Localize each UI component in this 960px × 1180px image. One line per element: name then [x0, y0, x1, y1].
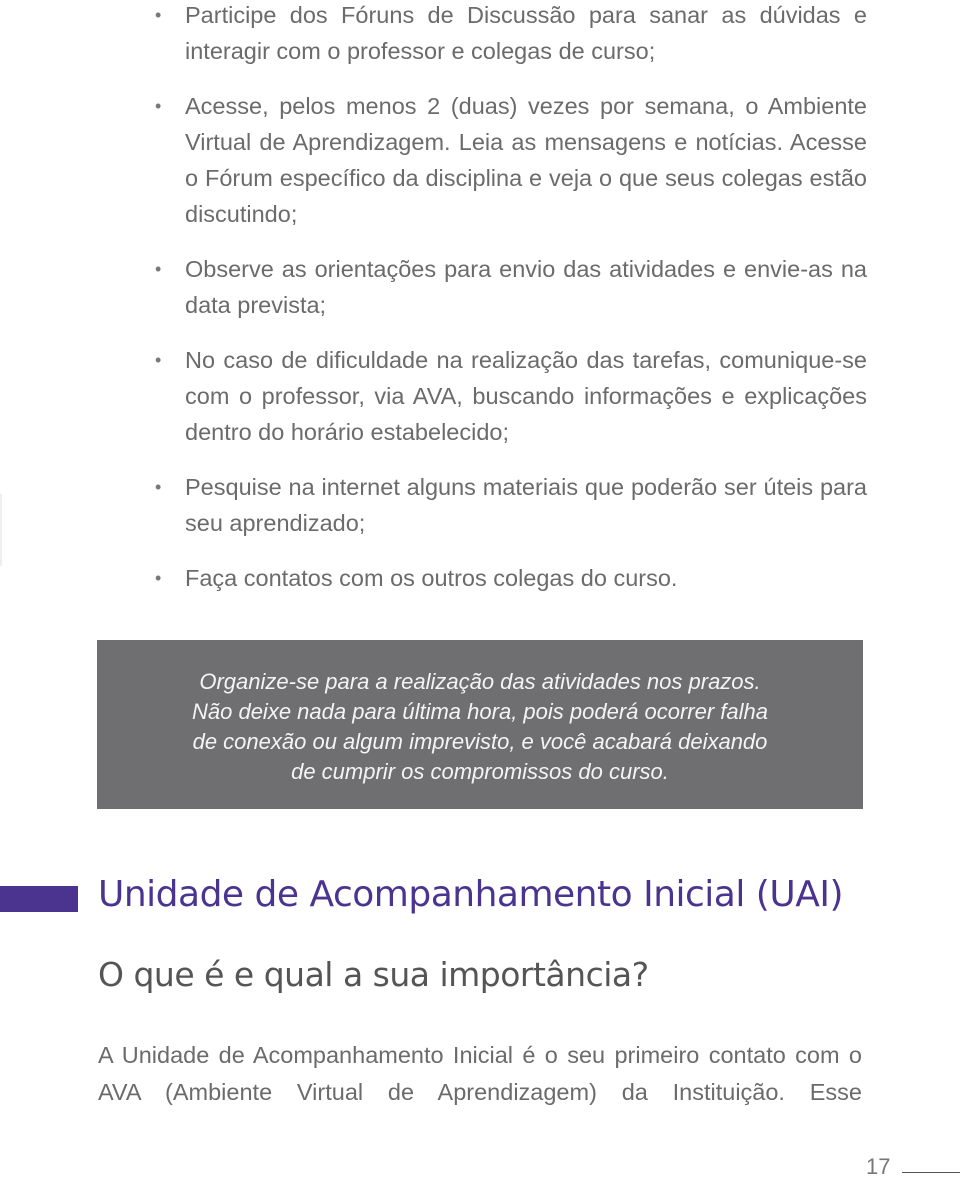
list-item: • No caso de dificuldade na realização da… [155, 342, 867, 450]
callout-line: de cumprir os compromissos do curso. [291, 759, 669, 784]
section-title: Unidade de Acompanhamento Inicial (UAI) [98, 874, 844, 915]
bullet-icon: • [155, 350, 162, 370]
section-accent-bar [0, 886, 78, 912]
callout-line: Não deixe nada para última hora, pois po… [191, 699, 769, 724]
list-item-text: Pesquise na internet alguns materiais qu… [185, 474, 867, 536]
list-item: • Observe as orientações para envio das a… [155, 251, 867, 323]
list-item-text: Acesse, pelos menos 2 (duas) vezes por s… [185, 93, 867, 227]
list-item-text: Faça contatos com os outros colegas do c… [185, 565, 678, 591]
margin-marker [0, 494, 2, 566]
bullet-icon: • [155, 477, 162, 497]
list-item: • Acesse, pelos menos 2 (duas) vezes por … [155, 88, 867, 232]
section-subtitle: O que é e qual a sua importância? [98, 955, 649, 994]
list-item: • Pesquise na internet alguns materiais q… [155, 469, 867, 541]
bullet-icon: • [155, 5, 162, 25]
callout-line: de conexão ou algum imprevisto, e você a… [192, 729, 768, 754]
page-number-rule [902, 1172, 960, 1173]
guideline-list: • Participe dos Fóruns de Discussão para … [155, 0, 867, 615]
bullet-icon: • [155, 568, 162, 588]
page-number: 17 [866, 1154, 891, 1179]
list-item-text: Participe dos Fóruns de Discussão para s… [185, 2, 867, 64]
section-body: A Unidade de Acompanhamento Inicial é o … [98, 1042, 862, 1105]
bullet-icon: • [155, 259, 162, 279]
list-item: • Faça contatos com os outros colegas do … [155, 560, 867, 596]
list-item-text: Observe as orientações para envio das at… [185, 256, 867, 318]
bullet-icon: • [155, 96, 162, 116]
callout-line: Organize-se para a realização das ativid… [199, 669, 761, 694]
list-item-text: No caso de dificuldade na realização das… [185, 347, 867, 445]
callout-box: Organize-se para a realização das ativid… [97, 640, 863, 809]
list-item: • Participe dos Fóruns de Discussão para … [155, 0, 867, 69]
